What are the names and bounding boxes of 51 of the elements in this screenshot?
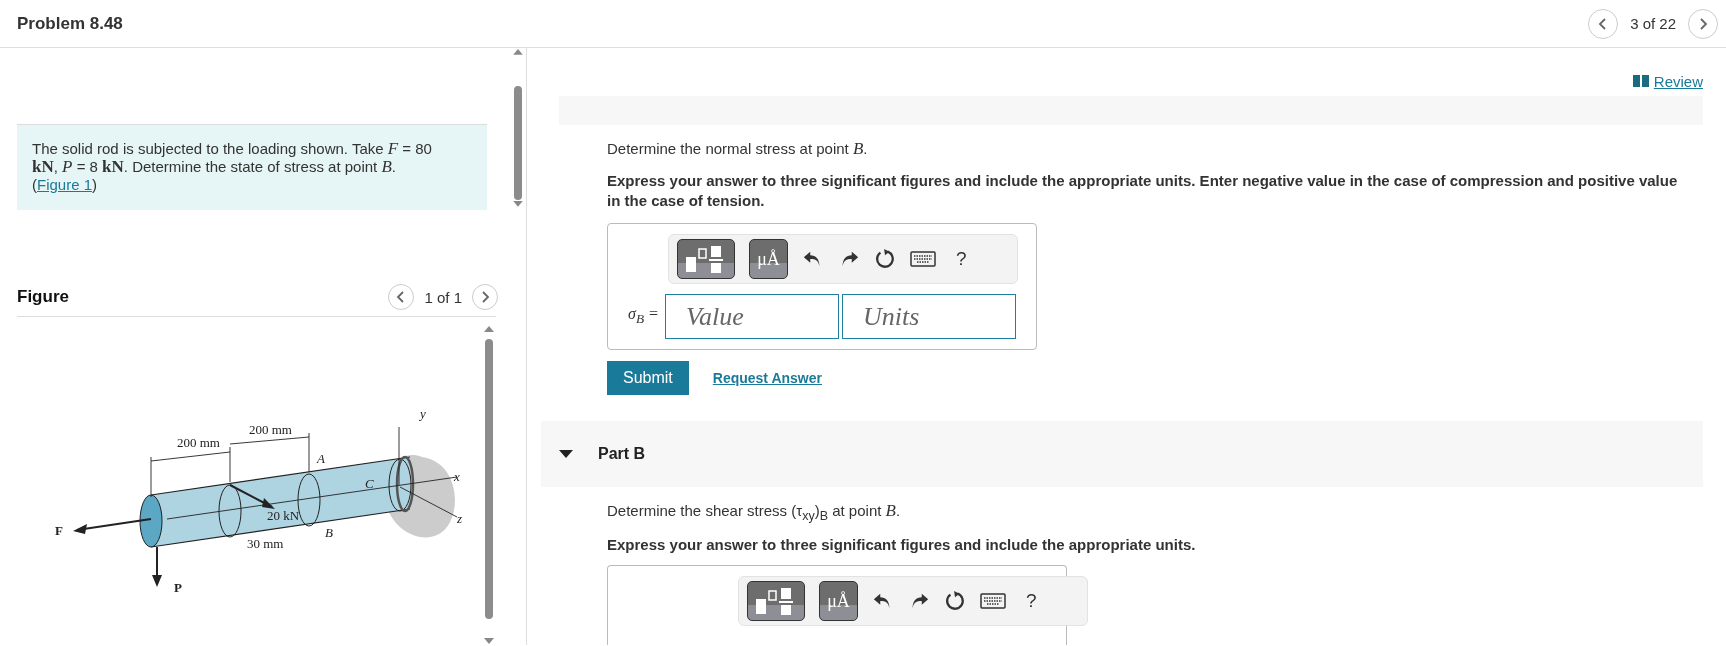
instructions-text: Express your answer to three significant figures and include the appropriate units. xyxy=(607,535,1197,555)
scrollbar[interactable] xyxy=(481,325,497,645)
figure-label: F xyxy=(55,523,63,538)
figure-label: x xyxy=(454,469,460,484)
reset-icon[interactable] xyxy=(944,590,966,612)
problem-title: Problem 8.48 xyxy=(17,13,123,34)
figure-heading: Figure xyxy=(17,287,69,308)
scroll-down-icon[interactable] xyxy=(483,637,495,645)
scrollbar[interactable] xyxy=(510,48,526,208)
reset-icon[interactable] xyxy=(874,248,896,270)
problem-text: The solid rod is subjected to the loading shown. Take F = 80 kN, P = 8 kN. Determine the state of stress at point B. (Figure 1) xyxy=(17,124,487,210)
help-button[interactable]: ? xyxy=(956,248,967,270)
part-header[interactable]: Part B xyxy=(541,421,1703,487)
keyboard-icon[interactable] xyxy=(910,248,936,270)
variable-label: σ$_{B}$ = xyxy=(628,305,660,328)
templates-button[interactable] xyxy=(747,581,805,621)
figure-label: 20 kN xyxy=(267,508,300,523)
next-button[interactable] xyxy=(1688,8,1718,39)
units-button[interactable]: μÅ xyxy=(749,239,788,279)
question-text: Determine the shear stress (τ$_{xy}$)$_{B}$ at point B. xyxy=(607,501,902,523)
submit-button[interactable]: Submit xyxy=(607,361,689,395)
scroll-up-icon[interactable] xyxy=(483,325,495,333)
problem-counter: 3 of 22 xyxy=(1630,15,1676,32)
figure-label: C xyxy=(365,476,374,491)
request-answer-link[interactable]: Request Answer xyxy=(712,370,822,386)
part-title: Part B xyxy=(598,445,646,463)
value-field[interactable]: Value xyxy=(665,294,839,339)
figure-label: 200 mm xyxy=(177,435,220,450)
scroll-up-icon[interactable] xyxy=(512,48,524,56)
previous-button[interactable] xyxy=(1588,8,1619,39)
figure-label: z xyxy=(457,511,463,526)
question-text: Determine the normal stress at point B. xyxy=(607,139,869,159)
figure-label: B xyxy=(325,525,333,540)
templates-button[interactable] xyxy=(677,239,735,279)
keyboard-icon[interactable] xyxy=(980,590,1006,612)
figure-link[interactable]: Figure 1 xyxy=(37,176,93,193)
review-link[interactable]: Review xyxy=(1653,72,1703,90)
help-button[interactable]: ? xyxy=(1026,590,1037,612)
units-button[interactable]: μÅ xyxy=(819,581,858,621)
previous-figure-button[interactable] xyxy=(388,284,415,311)
figure-label: y xyxy=(420,406,426,421)
next-figure-button[interactable] xyxy=(472,284,498,311)
figure-label: A xyxy=(317,451,325,466)
figure-label: 30 mm xyxy=(247,536,284,551)
instructions-text: Express your answer to three significant figures and include the appropriate units. Enter negative value in the case of compression and positive value in the case of tension. xyxy=(607,171,1679,211)
figure-label: P xyxy=(174,580,182,595)
figure-label: 200 mm xyxy=(249,422,292,437)
figure-counter: 1 of 1 xyxy=(424,288,462,306)
book-icon xyxy=(1631,74,1650,88)
scroll-down-icon[interactable] xyxy=(512,200,524,208)
units-field[interactable]: Units xyxy=(842,294,1016,339)
